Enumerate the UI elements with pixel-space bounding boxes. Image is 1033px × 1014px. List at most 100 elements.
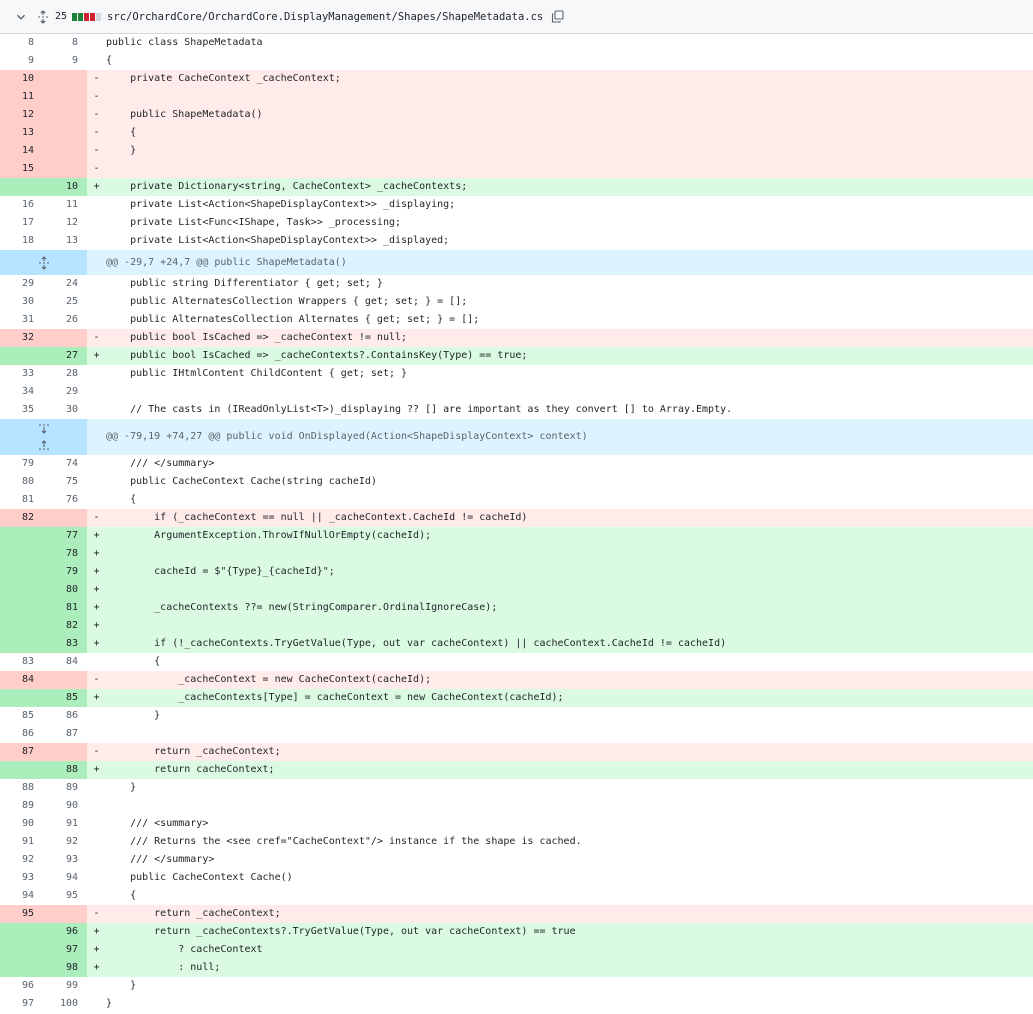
new-line-number[interactable]: 83 (43, 635, 87, 653)
old-line-number[interactable]: 9 (0, 52, 43, 70)
new-line-number[interactable]: 27 (43, 347, 87, 365)
new-line-number[interactable]: 92 (43, 833, 87, 851)
old-line-number[interactable]: 13 (0, 124, 43, 142)
new-line-number[interactable]: 9 (43, 52, 87, 70)
new-line-number[interactable]: 81 (43, 599, 87, 617)
new-line-number[interactable]: 84 (43, 653, 87, 671)
old-line-number[interactable] (0, 923, 43, 941)
new-line-number[interactable]: 78 (43, 545, 87, 563)
new-line-number[interactable]: 85 (43, 689, 87, 707)
new-line-number[interactable]: 97 (43, 941, 87, 959)
old-line-number[interactable] (0, 563, 43, 581)
new-line-number[interactable]: 24 (43, 275, 87, 293)
old-line-number[interactable] (0, 959, 43, 977)
new-line-number[interactable]: 75 (43, 473, 87, 491)
old-line-number[interactable]: 87 (0, 743, 43, 761)
old-line-number[interactable] (0, 941, 43, 959)
file-path[interactable]: src/OrchardCore/OrchardCore.DisplayManag… (107, 11, 543, 23)
new-line-number[interactable]: 74 (43, 455, 87, 473)
old-line-number[interactable] (0, 599, 43, 617)
old-line-number[interactable]: 93 (0, 869, 43, 887)
new-line-number[interactable]: 79 (43, 563, 87, 581)
new-line-number[interactable]: 90 (43, 797, 87, 815)
old-line-number[interactable] (0, 545, 43, 563)
new-line-number[interactable] (43, 106, 87, 124)
new-line-number[interactable]: 11 (43, 196, 87, 214)
new-line-number[interactable]: 99 (43, 977, 87, 995)
old-line-number[interactable]: 33 (0, 365, 43, 383)
new-line-number[interactable]: 28 (43, 365, 87, 383)
new-line-number[interactable]: 93 (43, 851, 87, 869)
old-line-number[interactable]: 10 (0, 70, 43, 88)
new-line-number[interactable]: 80 (43, 581, 87, 599)
old-line-number[interactable]: 8 (0, 34, 43, 52)
expand-lines-icon[interactable] (0, 250, 87, 275)
new-line-number[interactable]: 12 (43, 214, 87, 232)
old-line-number[interactable]: 31 (0, 311, 43, 329)
old-line-number[interactable] (0, 689, 43, 707)
new-line-number[interactable]: 96 (43, 923, 87, 941)
old-line-number[interactable]: 32 (0, 329, 43, 347)
new-line-number[interactable] (43, 70, 87, 88)
old-line-number[interactable] (0, 347, 43, 365)
expand-lines-icon[interactable] (0, 419, 87, 455)
old-line-number[interactable]: 94 (0, 887, 43, 905)
old-line-number[interactable]: 17 (0, 214, 43, 232)
new-line-number[interactable]: 10 (43, 178, 87, 196)
copy-icon[interactable] (550, 10, 564, 24)
old-line-number[interactable]: 18 (0, 232, 43, 250)
new-line-number[interactable]: 26 (43, 311, 87, 329)
new-line-number[interactable]: 87 (43, 725, 87, 743)
new-line-number[interactable] (43, 905, 87, 923)
new-line-number[interactable] (43, 124, 87, 142)
old-line-number[interactable] (0, 635, 43, 653)
old-line-number[interactable]: 34 (0, 383, 43, 401)
expand-all-icon[interactable] (36, 9, 50, 24)
new-line-number[interactable]: 29 (43, 383, 87, 401)
new-line-number[interactable]: 30 (43, 401, 87, 419)
old-line-number[interactable] (0, 178, 43, 196)
old-line-number[interactable]: 84 (0, 671, 43, 689)
old-line-number[interactable]: 83 (0, 653, 43, 671)
old-line-number[interactable]: 88 (0, 779, 43, 797)
old-line-number[interactable]: 92 (0, 851, 43, 869)
new-line-number[interactable] (43, 743, 87, 761)
old-line-number[interactable]: 97 (0, 995, 43, 1013)
old-line-number[interactable]: 89 (0, 797, 43, 815)
new-line-number[interactable] (43, 329, 87, 347)
new-line-number[interactable] (43, 142, 87, 160)
new-line-number[interactable]: 82 (43, 617, 87, 635)
old-line-number[interactable]: 95 (0, 905, 43, 923)
old-line-number[interactable]: 85 (0, 707, 43, 725)
old-line-number[interactable]: 12 (0, 106, 43, 124)
old-line-number[interactable]: 86 (0, 725, 43, 743)
old-line-number[interactable]: 81 (0, 491, 43, 509)
chevron-down-icon[interactable] (14, 10, 28, 24)
new-line-number[interactable]: 98 (43, 959, 87, 977)
new-line-number[interactable] (43, 88, 87, 106)
old-line-number[interactable]: 91 (0, 833, 43, 851)
old-line-number[interactable] (0, 527, 43, 545)
old-line-number[interactable]: 11 (0, 88, 43, 106)
old-line-number[interactable]: 30 (0, 293, 43, 311)
new-line-number[interactable]: 8 (43, 34, 87, 52)
old-line-number[interactable]: 79 (0, 455, 43, 473)
new-line-number[interactable] (43, 671, 87, 689)
new-line-number[interactable] (43, 160, 87, 178)
old-line-number[interactable]: 96 (0, 977, 43, 995)
old-line-number[interactable]: 14 (0, 142, 43, 160)
old-line-number[interactable]: 35 (0, 401, 43, 419)
new-line-number[interactable]: 88 (43, 761, 87, 779)
new-line-number[interactable]: 100 (43, 995, 87, 1013)
old-line-number[interactable]: 16 (0, 196, 43, 214)
new-line-number[interactable]: 25 (43, 293, 87, 311)
new-line-number[interactable]: 89 (43, 779, 87, 797)
old-line-number[interactable]: 15 (0, 160, 43, 178)
new-line-number[interactable] (43, 509, 87, 527)
new-line-number[interactable]: 77 (43, 527, 87, 545)
old-line-number[interactable] (0, 617, 43, 635)
new-line-number[interactable]: 91 (43, 815, 87, 833)
new-line-number[interactable]: 76 (43, 491, 87, 509)
new-line-number[interactable]: 94 (43, 869, 87, 887)
old-line-number[interactable]: 80 (0, 473, 43, 491)
